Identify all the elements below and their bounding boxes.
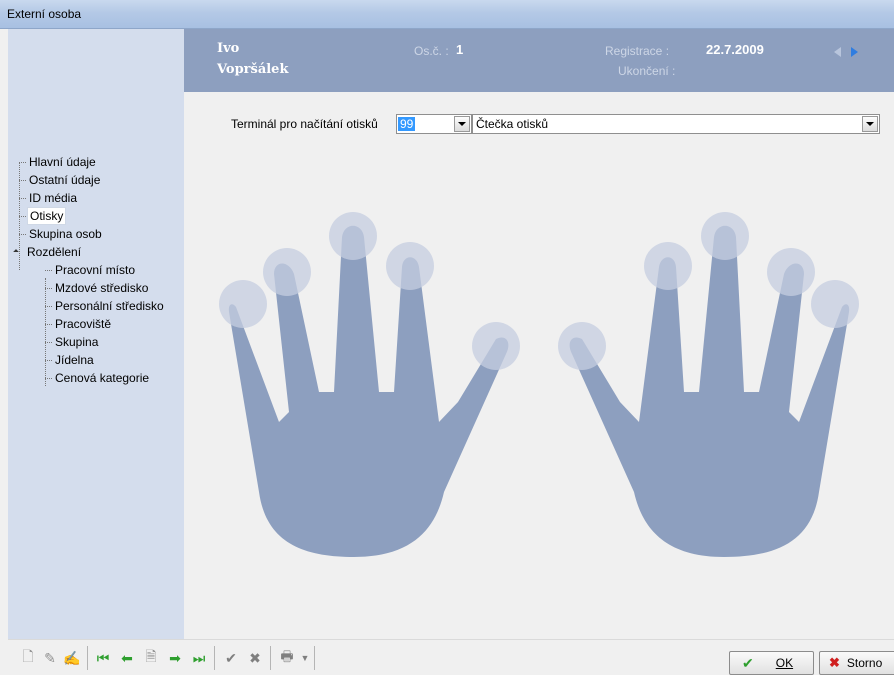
- bottom-toolbar: 🗋 ✎ ✍ ⏮ ⬅ 🗎 ➡ ⏭ ✔ ✖ 🖶 ▼ ✔ OK ✖ Storno: [8, 639, 894, 675]
- prev-record-icon[interactable]: [834, 47, 841, 57]
- terminal-id-select[interactable]: 99: [396, 114, 472, 134]
- hands-diagram: [219, 212, 859, 557]
- os-c-value: 1: [456, 42, 464, 57]
- right-thumb-tip[interactable]: [558, 322, 606, 370]
- window-title: Externí osoba: [7, 7, 82, 21]
- registrace-label: Registrace :: [605, 44, 670, 58]
- sidebar-item-label: ID média: [29, 191, 78, 205]
- sidebar-item-label: Skupina osob: [29, 227, 102, 241]
- sidebar-item-label: Jídelna: [55, 353, 94, 367]
- sidebar-item-label: Otisky: [27, 207, 67, 225]
- terminal-id-value: 99: [398, 117, 416, 131]
- sidebar-item-label: Mzdové středisko: [55, 281, 149, 295]
- terminal-name-select[interactable]: Čtečka otisků: [472, 114, 880, 134]
- storno-button[interactable]: ✖ Storno: [819, 651, 894, 675]
- sidebar-item-label: Pracovní místo: [55, 263, 136, 277]
- os-c-label: Os.č. :: [414, 44, 449, 58]
- first-icon[interactable]: ⏮: [94, 649, 112, 667]
- ok-label: OK: [775, 656, 794, 670]
- detail-icon[interactable]: 🗎: [142, 648, 160, 667]
- person-header: Ivo Vopršálek Os.č. : 1 Registrace : 22.…: [184, 29, 894, 92]
- edit-icon[interactable]: ✎: [41, 649, 59, 667]
- right-index-tip[interactable]: [644, 242, 692, 290]
- fingertips: [219, 212, 859, 370]
- print-icon[interactable]: 🖶: [278, 648, 296, 667]
- storno-label: Storno: [846, 656, 883, 670]
- sidebar-item-label: Cenová kategorie: [55, 371, 150, 385]
- sidebar-item-label: Personální středisko: [55, 299, 164, 313]
- confirm-icon[interactable]: ✔: [222, 649, 240, 667]
- left-index-tip[interactable]: [386, 242, 434, 290]
- check-icon: ✔: [742, 654, 754, 671]
- tree-line: [45, 278, 46, 386]
- sidebar-item-label: Rozdělení: [27, 245, 82, 259]
- sidebar-item-label: Ostatní údaje: [29, 173, 101, 187]
- sidebar-header: [8, 29, 184, 92]
- next-icon[interactable]: ➡: [166, 649, 184, 667]
- print-dropdown-icon[interactable]: ▼: [296, 649, 314, 667]
- prev-icon[interactable]: ⬅: [118, 649, 136, 667]
- last-name: Vopršálek: [217, 62, 289, 77]
- first-name: Ivo: [217, 41, 240, 56]
- left-pinky-tip[interactable]: [219, 280, 267, 328]
- left-middle-tip[interactable]: [329, 212, 377, 260]
- chevron-down-icon[interactable]: [454, 116, 470, 132]
- right-ring-tip[interactable]: [767, 248, 815, 296]
- cancel-icon[interactable]: ✖: [246, 649, 264, 667]
- title-bar: Externí osoba: [0, 0, 894, 29]
- sidebar: Hlavní údaje Ostatní údaje ID média Otis…: [8, 92, 184, 639]
- left-ring-tip[interactable]: [263, 248, 311, 296]
- terminal-label: Terminál pro načítání otisků: [231, 117, 378, 131]
- registrace-value: 22.7.2009: [706, 42, 764, 57]
- toolbar-separator: [270, 646, 271, 670]
- window-body: Ivo Vopršálek Os.č. : 1 Registrace : 22.…: [8, 29, 894, 675]
- toolbar-separator: [314, 646, 315, 670]
- right-pinky-tip[interactable]: [811, 280, 859, 328]
- ok-button[interactable]: ✔ OK: [729, 651, 814, 675]
- chevron-down-icon[interactable]: [862, 116, 878, 132]
- left-thumb-tip[interactable]: [472, 322, 520, 370]
- last-icon[interactable]: ⏭: [190, 649, 208, 667]
- sidebar-item-label: Hlavní údaje: [29, 155, 96, 169]
- toolbar-separator: [87, 646, 88, 670]
- collapse-icon[interactable]: [13, 249, 19, 255]
- close-icon: ✖: [829, 655, 840, 670]
- toolbar-separator: [214, 646, 215, 670]
- new-icon[interactable]: 🗋: [19, 648, 37, 667]
- sidebar-item-label: Pracoviště: [55, 317, 112, 331]
- right-middle-tip[interactable]: [701, 212, 749, 260]
- edit-note-icon[interactable]: ✍: [63, 649, 81, 667]
- terminal-name-value: Čtečka otisků: [476, 117, 549, 131]
- sidebar-item-label: Skupina: [55, 335, 99, 349]
- fingerprint-panel: Terminál pro načítání otisků 99 Čtečka o…: [184, 92, 894, 639]
- ukonceni-label: Ukončení :: [618, 64, 676, 78]
- next-record-icon[interactable]: [851, 47, 858, 57]
